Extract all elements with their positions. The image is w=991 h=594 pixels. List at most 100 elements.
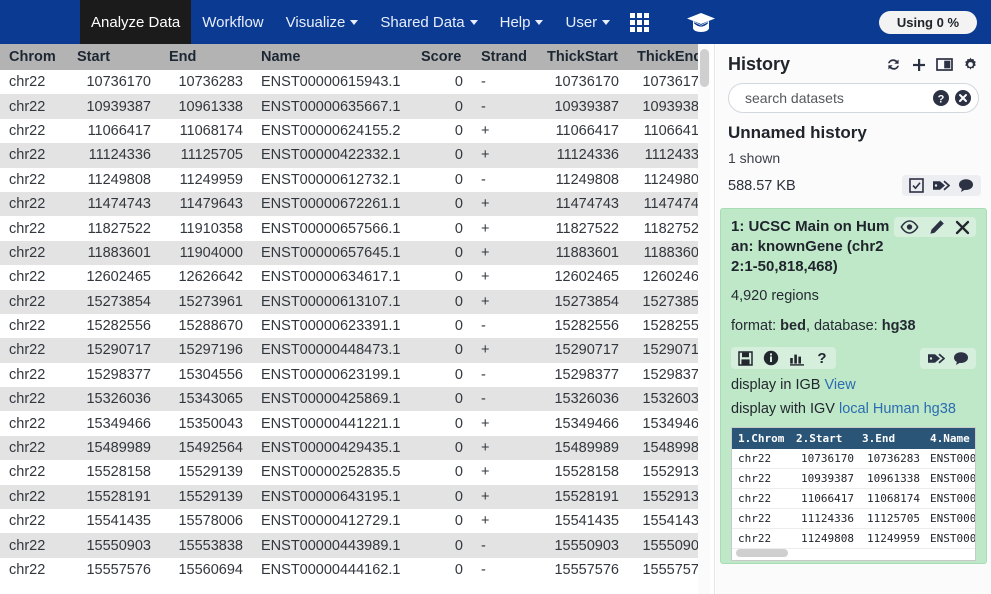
- cell-chrom: chr22: [0, 460, 68, 485]
- dataset-card[interactable]: 1: UCSC Main on Human: knownGene (chr22:…: [720, 208, 987, 564]
- pencil-icon[interactable]: [929, 219, 945, 235]
- gear-icon[interactable]: [962, 56, 979, 73]
- peek-horizontal-scrollbar[interactable]: [732, 549, 975, 557]
- history-item-count: 1 shown: [728, 150, 781, 166]
- search-input[interactable]: [743, 89, 928, 107]
- table-row[interactable]: chr22 15550903 15553838 ENST00000443989.1 0-…: [0, 533, 712, 558]
- table-row[interactable]: chr22 15541435 15578006 ENST00000412729.1 0 +…: [0, 509, 712, 534]
- table-row[interactable]: chr22 15298377 15304556 ENST00000623199.1 0-…: [0, 362, 712, 388]
- dataset-table-pane: Chrom Start End Name Score Strand ThickS…: [0, 44, 712, 594]
- refresh-icon[interactable]: [885, 56, 902, 73]
- cell-thickstart: 11474743: [538, 191, 628, 217]
- search-datasets-wrapper[interactable]: ?: [728, 83, 979, 113]
- nav-visualize[interactable]: Visualize: [275, 0, 370, 44]
- cell-start: 15290717: [68, 338, 160, 363]
- cell-start: 15349466: [68, 411, 160, 436]
- column-header-thickstart[interactable]: ThickStart: [538, 44, 628, 70]
- table-row[interactable]: chr22 12602465 12626642 ENST00000634617.1 0 +…: [0, 265, 712, 290]
- cell-chrom: chr22: [0, 289, 68, 314]
- peek-horizontal-scrollbar-thumb[interactable]: [736, 549, 788, 557]
- clear-circle-icon[interactable]: [954, 89, 972, 107]
- table-row[interactable]: chr22 11883601 11904000 ENST00000657645.1 0 +…: [0, 240, 712, 266]
- delete-x-icon[interactable]: [955, 220, 970, 235]
- table-row[interactable]: chr22 15528191 15529139 ENST00000643195.1 0 +…: [0, 484, 712, 510]
- dataset-database-prefix: , database:: [805, 318, 882, 334]
- help-circle-icon[interactable]: ?: [932, 89, 950, 107]
- cell-strand: +: [472, 435, 538, 461]
- usage-badge[interactable]: Using 0 %: [878, 10, 977, 34]
- nav-help[interactable]: Help: [489, 0, 555, 44]
- cell-strand: -: [472, 387, 538, 412]
- eye-icon[interactable]: [900, 220, 919, 234]
- columns-icon[interactable]: [936, 57, 953, 72]
- column-header-end[interactable]: End: [160, 44, 252, 70]
- plus-icon[interactable]: [911, 57, 927, 73]
- cell-score: 0: [412, 533, 472, 558]
- nav-shared-data[interactable]: Shared Data: [369, 0, 488, 44]
- table-row[interactable]: chr22 15349466 15350043 ENST00000441221.1 0 +…: [0, 411, 712, 436]
- column-header-start[interactable]: Start: [68, 44, 160, 70]
- column-header-score[interactable]: Score: [412, 44, 472, 70]
- chart-icon[interactable]: [789, 351, 805, 366]
- table-row[interactable]: chr22 11124336 11125705 ENST00000422332.1 0 +…: [0, 143, 712, 168]
- cell-score: 0: [412, 240, 472, 266]
- history-size-icons: [902, 175, 981, 196]
- peek-row: chr221093938710961338ENST00000635667: [732, 468, 975, 489]
- peek-cell-start: 11066417: [790, 488, 856, 509]
- peek-cell-end: 11249959: [856, 528, 922, 549]
- cell-score: 0: [412, 338, 472, 363]
- nav-user[interactable]: User: [554, 0, 621, 44]
- tags-icon[interactable]: [932, 178, 950, 193]
- cell-start: 12602465: [68, 265, 160, 290]
- cell-score: 0: [412, 94, 472, 119]
- cell-strand: +: [472, 143, 538, 168]
- question-icon[interactable]: ?: [815, 350, 829, 366]
- column-header-chrom[interactable]: Chrom: [0, 44, 68, 70]
- dataset-peek[interactable]: 1.Chrom 2.Start 3.End 4.Name chr22 107361…: [731, 427, 976, 561]
- table-row[interactable]: chr22 15528158 15529139 ENST00000252835.5 0 +…: [0, 460, 712, 485]
- cell-thickstart: 15550903: [538, 533, 628, 558]
- dataset-title[interactable]: 1: UCSC Main on Human: knownGene (chr22:…: [731, 217, 894, 277]
- cell-thickstart: 11249808: [538, 167, 628, 192]
- display-igv-link[interactable]: local Human hg38: [839, 401, 956, 417]
- apps-grid-button[interactable]: [621, 0, 658, 44]
- cell-chrom: chr22: [0, 240, 68, 266]
- table-row[interactable]: chr22 11249808 11249959 ENST00000612732.1 0-…: [0, 167, 712, 192]
- table-row[interactable]: chr22 10736170 10736283 ENST00000615943.1 0-…: [0, 70, 712, 95]
- table-row[interactable]: chr22 15557576 15560694 ENST00000444162.1 0-…: [0, 557, 712, 583]
- center-pane-scrollbar-thumb[interactable]: [699, 49, 709, 87]
- table-row[interactable]: chr22 11474743 11479643 ENST00000672261.1 0 +…: [0, 191, 712, 217]
- table-row[interactable]: chr22 15290717 15297196 ENST00000448473.1 0 +…: [0, 338, 712, 363]
- cell-chrom: chr22: [0, 557, 68, 583]
- save-icon[interactable]: [738, 350, 753, 366]
- nav-workflow[interactable]: Workflow: [191, 0, 274, 44]
- galaxy-logo-button[interactable]: [658, 0, 725, 44]
- checkbox-icon[interactable]: [909, 178, 924, 193]
- history-name[interactable]: Unnamed history: [716, 113, 991, 143]
- peek-cell-name: ENST00000612732: [922, 528, 975, 549]
- table-row[interactable]: chr22 11066417 11068174 ENST00000624155.2 0 +…: [0, 118, 712, 144]
- tags-icon[interactable]: [927, 351, 945, 366]
- table-row[interactable]: chr22 15326036 15343065 ENST00000425869.1 0-…: [0, 387, 712, 412]
- cell-chrom: chr22: [0, 484, 68, 510]
- nav-analyze-data[interactable]: Analyze Data: [80, 0, 192, 44]
- column-header-name[interactable]: Name: [252, 44, 412, 70]
- cell-score: 0: [412, 216, 472, 241]
- info-icon[interactable]: [763, 350, 779, 366]
- table-row[interactable]: chr22 15282556 15288670 ENST00000623391.1 0-…: [0, 313, 712, 339]
- table-row[interactable]: chr22 11827522 11910358 ENST00000657566.1 0 +…: [0, 216, 712, 241]
- cell-end: 12626642: [160, 265, 252, 290]
- comment-icon[interactable]: [958, 178, 974, 193]
- nav-visualize-label: Visualize: [285, 13, 346, 31]
- panel-divider[interactable]: [710, 44, 715, 594]
- comment-icon[interactable]: [953, 351, 969, 366]
- peek-cell-name: ENST00000615943: [922, 449, 975, 469]
- dataset-table-scroll-area[interactable]: Chrom Start End Name Score Strand ThickS…: [0, 44, 712, 594]
- table-row[interactable]: chr22 15273854 15273961 ENST00000613107.1 0 +…: [0, 289, 712, 314]
- table-row[interactable]: chr22 15489989 15492564 ENST00000429435.1 0 +…: [0, 435, 712, 461]
- display-igb-link[interactable]: View: [825, 377, 856, 393]
- table-row[interactable]: chr22 10939387 10961338 ENST00000635667.1 0-…: [0, 94, 712, 119]
- center-pane-scrollbar[interactable]: [698, 44, 710, 594]
- column-header-strand[interactable]: Strand: [472, 44, 538, 70]
- cell-score: 0: [412, 387, 472, 412]
